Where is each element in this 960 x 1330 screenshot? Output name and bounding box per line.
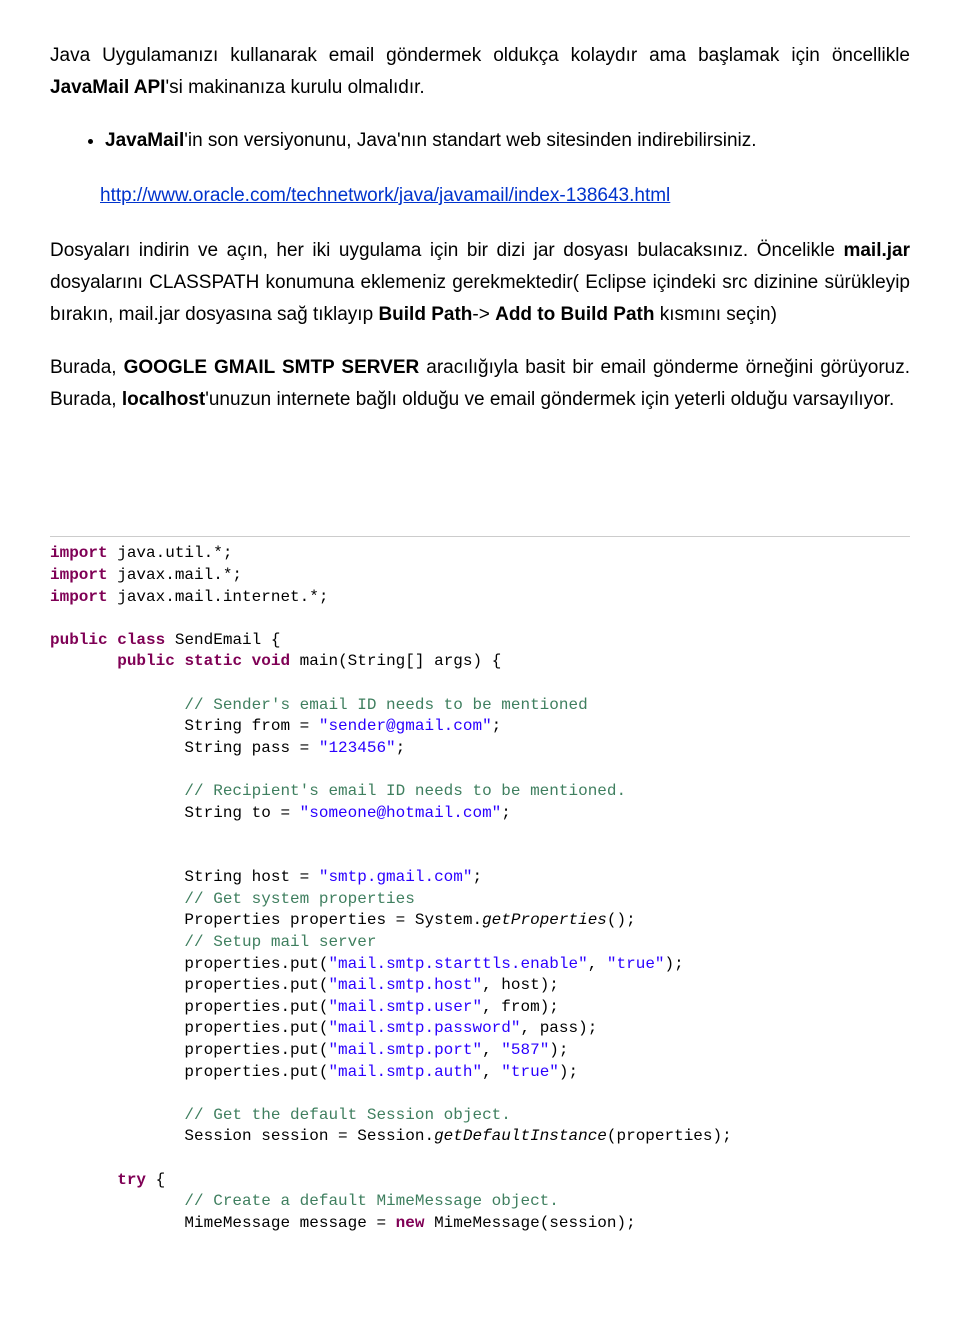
code-text: , bbox=[482, 976, 501, 994]
string: "true" bbox=[607, 955, 665, 973]
comment: // Recipient's email ID needs to be ment… bbox=[184, 782, 626, 800]
italic-call: getProperties bbox=[482, 911, 607, 929]
text: -> bbox=[472, 304, 495, 325]
code-text: String to = bbox=[184, 804, 299, 822]
document-body: Java Uygulamanızı kullanarak email gönde… bbox=[50, 40, 910, 416]
code-text: javax.mail.internet.*; bbox=[108, 588, 329, 606]
string: "mail.smtp.password" bbox=[328, 1019, 520, 1037]
code-text: (); bbox=[607, 911, 636, 929]
bold-text: JavaMail bbox=[105, 130, 184, 151]
code-text: String host = bbox=[184, 868, 318, 886]
code-text: { bbox=[146, 1171, 165, 1189]
bold-text: mail.jar bbox=[843, 240, 910, 261]
text: 'in son versiyonunu, Java'nın standart w… bbox=[184, 130, 756, 151]
bold-text: JavaMail API bbox=[50, 77, 165, 98]
code-text: String pass = bbox=[184, 739, 318, 757]
string: "mail.smtp.auth" bbox=[328, 1063, 482, 1081]
code-text: (properties); bbox=[607, 1127, 732, 1145]
code-text: properties.put( bbox=[184, 955, 328, 973]
comment: // Get system properties bbox=[184, 890, 414, 908]
code-text: ); bbox=[549, 1041, 568, 1059]
string: "smtp.gmail.com" bbox=[319, 868, 473, 886]
code-text: javax.mail.*; bbox=[108, 566, 242, 584]
bold-text: Build Path bbox=[378, 304, 472, 325]
italic-call: getDefaultInstance bbox=[434, 1127, 607, 1145]
keyword: import bbox=[50, 544, 108, 562]
comment: // Sender's email ID needs to be mention… bbox=[184, 696, 587, 714]
code-text: ; bbox=[492, 717, 502, 735]
code-text: properties.put( bbox=[184, 1041, 328, 1059]
code-text: Session session = Session. bbox=[184, 1127, 434, 1145]
text: 'unuzun internete bağlı olduğu ve email … bbox=[205, 389, 894, 410]
code-text: ); bbox=[665, 955, 684, 973]
string: "true" bbox=[501, 1063, 559, 1081]
text: 'si makinanıza kurulu olmalıdır. bbox=[165, 77, 424, 98]
code-text: java.util.*; bbox=[108, 544, 233, 562]
bold-text: Add to Build Path bbox=[495, 304, 654, 325]
paragraph-classpath: Dosyaları indirin ve açın, her iki uygul… bbox=[50, 235, 910, 332]
string: "someone@hotmail.com" bbox=[300, 804, 502, 822]
code-block: import java.util.*; import javax.mail.*;… bbox=[50, 536, 910, 1234]
string: "mail.smtp.user" bbox=[328, 998, 482, 1016]
bold-text: localhost bbox=[122, 389, 205, 410]
comment: // Create a default MimeMessage object. bbox=[184, 1192, 558, 1210]
code-text: ; bbox=[501, 804, 511, 822]
keyword: new bbox=[396, 1214, 425, 1232]
bold-text: GOOGLE GMAIL SMTP SERVER bbox=[124, 357, 420, 378]
code-text: ); bbox=[559, 1063, 578, 1081]
list-item: JavaMail'in son versiyonunu, Java'nın st… bbox=[105, 125, 910, 157]
code-text: String from = bbox=[184, 717, 318, 735]
string: "mail.smtp.starttls.enable" bbox=[328, 955, 587, 973]
text: Dosyaları indirin ve açın, her iki uygul… bbox=[50, 240, 843, 261]
code-text: main(String[] args) { bbox=[290, 652, 501, 670]
code-text: SendEmail { bbox=[165, 631, 280, 649]
comment: // Setup mail server bbox=[184, 933, 376, 951]
bullet-list: JavaMail'in son versiyonunu, Java'nın st… bbox=[50, 125, 910, 157]
code-text: , bbox=[482, 1063, 501, 1081]
code-text: MimeMessage(session); bbox=[424, 1214, 635, 1232]
keyword: public bbox=[117, 652, 175, 670]
keyword: import bbox=[50, 588, 108, 606]
paragraph-intro: Java Uygulamanızı kullanarak email gönde… bbox=[50, 40, 910, 105]
code-text: , bbox=[520, 1019, 539, 1037]
code-text: , bbox=[482, 998, 501, 1016]
code-text: properties.put( bbox=[184, 998, 328, 1016]
string: "587" bbox=[501, 1041, 549, 1059]
keyword: class bbox=[117, 631, 165, 649]
text: kısmını seçin) bbox=[654, 304, 776, 325]
download-link[interactable]: http://www.oracle.com/technetwork/java/j… bbox=[100, 185, 910, 207]
comment: // Get the default Session object. bbox=[184, 1106, 510, 1124]
text: Burada, bbox=[50, 357, 124, 378]
keyword: static bbox=[184, 652, 242, 670]
code-text: , bbox=[482, 1041, 501, 1059]
string: "123456" bbox=[319, 739, 396, 757]
code-text: , bbox=[588, 955, 607, 973]
keyword: try bbox=[117, 1171, 146, 1189]
keyword: void bbox=[252, 652, 290, 670]
string: "sender@gmail.com" bbox=[319, 717, 492, 735]
text: Java Uygulamanızı kullanarak email gönde… bbox=[50, 45, 910, 66]
string: "mail.smtp.port" bbox=[328, 1041, 482, 1059]
code-text: properties.put( bbox=[184, 1063, 328, 1081]
string: "mail.smtp.host" bbox=[328, 976, 482, 994]
paragraph-example: Burada, GOOGLE GMAIL SMTP SERVER aracılı… bbox=[50, 352, 910, 417]
code-text: properties.put( bbox=[184, 1019, 328, 1037]
keyword: public bbox=[50, 631, 108, 649]
code-text: from); bbox=[501, 998, 559, 1016]
keyword: import bbox=[50, 566, 108, 584]
code-text: MimeMessage message = bbox=[184, 1214, 395, 1232]
code-text: host); bbox=[501, 976, 559, 994]
code-text: Properties properties = System. bbox=[184, 911, 482, 929]
code-text: ; bbox=[396, 739, 406, 757]
code-text: ; bbox=[472, 868, 482, 886]
code-text: properties.put( bbox=[184, 976, 328, 994]
code-text: pass); bbox=[540, 1019, 598, 1037]
